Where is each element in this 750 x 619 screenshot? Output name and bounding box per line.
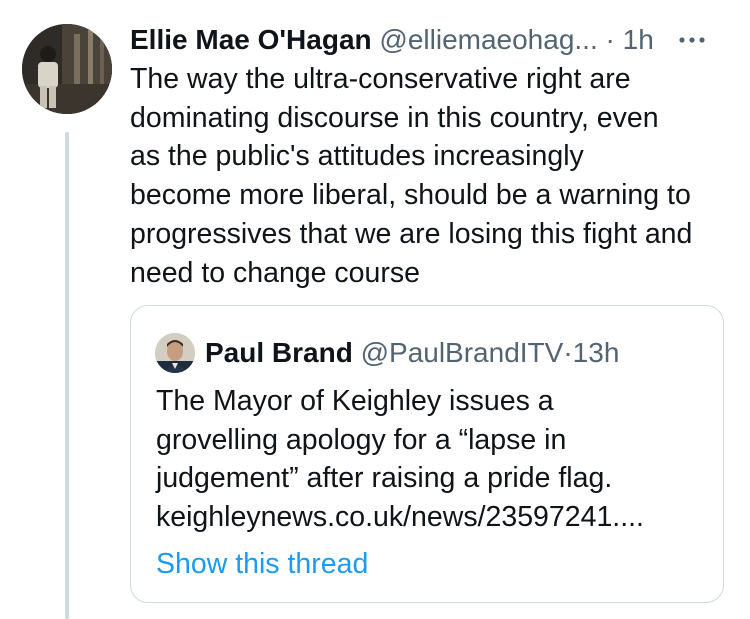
- separator-dot: ·: [605, 24, 615, 55]
- separator-dot: ·: [563, 337, 573, 368]
- quoted-tweet-text: The Mayor of Keighley issues a grovellin…: [156, 382, 706, 536]
- tweet-header: Ellie Mae O'Hagan @elliemaeohag... · 1h: [130, 20, 730, 60]
- author-name[interactable]: Ellie Mae O'Hagan: [130, 24, 372, 55]
- quoted-tweet-header: Paul Brand @PaulBrandITV·13h: [205, 330, 619, 376]
- author-handle[interactable]: @elliemaeohag...: [379, 24, 597, 55]
- tweet[interactable]: Ellie Mae O'Hagan @elliemaeohag... · 1h …: [0, 0, 750, 619]
- quoted-tweet[interactable]: Paul Brand @PaulBrandITV·13h The Mayor o…: [130, 305, 724, 603]
- thread-connector-line: [65, 132, 69, 619]
- quoted-text-line: grovelling apology for a “lapse in: [156, 423, 567, 456]
- show-this-thread-link[interactable]: Show this thread: [156, 544, 368, 584]
- quoted-author-name[interactable]: Paul Brand: [205, 337, 353, 368]
- quoted-text-line: The Mayor of Keighley issues a: [156, 385, 554, 417]
- tweet-text: The way the ultra-conservative right are…: [130, 63, 693, 289]
- quoted-author-avatar[interactable]: [155, 333, 195, 373]
- quoted-text-line: judgement” after raising a pride flag.: [156, 462, 613, 494]
- quoted-tweet-timestamp[interactable]: 13h: [573, 337, 620, 368]
- tweet-timestamp[interactable]: 1h: [623, 24, 654, 55]
- quoted-author-handle[interactable]: @PaulBrandITV: [361, 337, 564, 368]
- quoted-link[interactable]: keighleynews.co.uk/news/23597241....: [156, 498, 706, 537]
- author-avatar[interactable]: [22, 24, 112, 114]
- more-horizontal-icon[interactable]: [674, 24, 710, 56]
